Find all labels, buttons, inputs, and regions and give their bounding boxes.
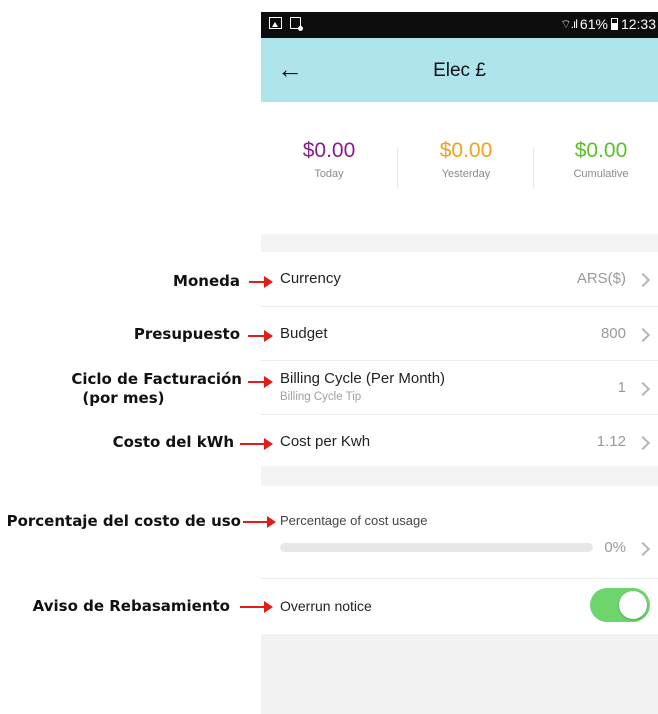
stat-yesterday: $0.00 Yesterday [400,138,532,180]
chevron-right-icon [635,272,651,288]
cost-per-kwh-value: 1.12 [596,433,626,450]
wifi-signal-icon: ⌔.ıl [560,16,578,31]
stat-divider [533,148,534,188]
chevron-right-icon [635,327,651,343]
annotation-arrow [248,376,273,388]
cost-usage-label: Percentage of cost usage [280,513,428,528]
empty-area [261,634,658,714]
chevron-right-icon [635,541,651,557]
overrun-notice-toggle[interactable] [590,588,650,622]
annotation-arrow [249,276,273,288]
section-separator [261,234,658,252]
budget-label: Budget [280,325,328,342]
budget-value: 800 [600,325,626,342]
annotation-arrow [243,516,276,528]
battery-icon [610,18,618,30]
clock: 12:33 [620,16,656,32]
stat-cumulative-value: $0.00 [574,139,628,162]
overrun-notice-row: Overrun notice [261,578,658,634]
section-separator [261,466,658,486]
page-title: Elec £ [433,60,486,81]
annotation-billing-cycle: Ciclo de Facturación (por mes) [71,370,242,408]
stat-today: $0.00 Today [263,138,395,180]
annotation-arrow [240,438,273,450]
annotation-currency: Moneda [173,272,240,290]
annotation-usage: Porcentaje del costo de uso [6,512,241,530]
annotation-arrow [248,330,273,342]
currency-label: Currency [280,270,341,287]
stat-cumulative: $0.00 Cumulative [535,138,658,180]
stat-divider [397,148,398,188]
phone-screen: ⌔.ıl 61% 12:33 ← Elec £ $0.00 Today $0.0… [261,12,658,714]
billing-cycle-tip: Billing Cycle Tip [280,391,362,403]
billing-cycle-value: 1 [617,379,626,396]
stat-yesterday-label: Yesterday [441,168,491,180]
stat-today-label: Today [314,168,344,180]
chevron-right-icon [635,381,651,397]
annotation-overrun: Aviso de Rebasamiento [32,597,230,615]
screenshot-notification-icon [290,17,303,31]
cost-summary: $0.00 Today $0.00 Yesterday $0.00 Cumula… [261,138,658,198]
annotation-budget: Presupuesto [133,325,240,343]
stat-today-value: $0.00 [302,139,356,162]
annotation-billing-line1: Ciclo de Facturación [71,370,242,388]
annotation-billing-line2: (por mes) [82,389,165,407]
gallery-notification-icon [269,17,282,29]
cost-per-kwh-label: Cost per Kwh [280,433,371,450]
stat-yesterday-value: $0.00 [439,139,493,162]
billing-cycle-label: Billing Cycle (Per Month) [280,370,446,387]
overrun-notice-label: Overrun notice [280,598,372,614]
currency-row[interactable]: Currency ARS($) [261,252,658,307]
cost-usage-progress-bar [280,543,593,552]
billing-cycle-row[interactable]: Billing Cycle (Per Month) Billing Cycle … [261,360,658,415]
battery-percent: 61% [579,16,608,32]
cost-per-kwh-row[interactable]: Cost per Kwh 1.12 [261,414,658,466]
toggle-knob [619,591,647,619]
stat-cumulative-label: Cumulative [573,168,629,180]
budget-row[interactable]: Budget 800 [261,306,658,361]
annotation-arrow [240,601,273,613]
chevron-right-icon [635,435,651,451]
cost-usage-value: 0% [604,539,626,556]
cost-usage-row[interactable]: Percentage of cost usage 0% [261,486,658,579]
status-bar: ⌔.ıl 61% 12:33 [261,12,658,38]
annotation-cost-kwh: Costo del kWh [112,433,234,451]
currency-value: ARS($) [576,270,626,287]
app-bar: ← Elec £ [261,38,658,102]
